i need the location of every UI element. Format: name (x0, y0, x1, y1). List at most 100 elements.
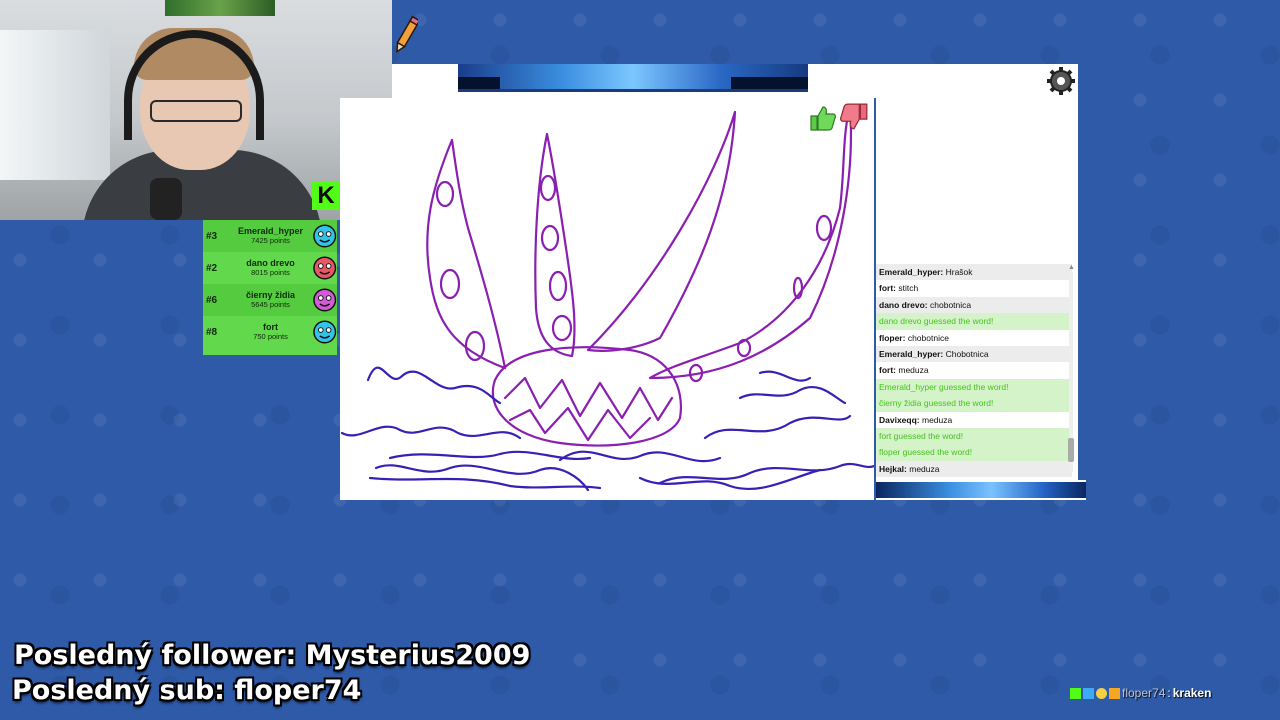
kraken-head (491, 346, 682, 447)
sucker-6 (548, 270, 568, 302)
game-header (392, 64, 1078, 98)
sucker-4 (539, 174, 557, 202)
chat-user: fort: (879, 283, 896, 294)
player-avatar-icon (312, 224, 336, 248)
chat-message: fort: stitch (876, 280, 1072, 296)
webcam-window (0, 30, 110, 180)
chat-scrollbar[interactable]: ▲ (1067, 264, 1075, 478)
scroll-thumb[interactable] (1068, 438, 1074, 462)
drawing-canvas[interactable] (340, 98, 874, 500)
stream-chat-message: floper74 : kraken (1070, 686, 1211, 700)
player-points: 750 points (253, 332, 288, 341)
webcam-feed: K 16 (0, 0, 392, 220)
player-name: dano drevo (246, 258, 295, 268)
player-rank: #3 (206, 230, 218, 242)
webcam-poster (165, 0, 275, 16)
kick-badge-icon (1070, 687, 1081, 699)
thumbs-down-icon[interactable] (840, 102, 870, 132)
chat-message: Emerald_hyper: Hrašok (876, 264, 1072, 281)
wave-5 (368, 476, 602, 490)
chat-user: floper: (879, 332, 906, 343)
microphone (150, 178, 182, 220)
player-info: fort 750 points (229, 322, 311, 342)
wave-2 (340, 425, 522, 440)
wave-8 (738, 386, 847, 405)
player-points: 5645 points (251, 300, 290, 309)
chat-text: meduza (919, 414, 953, 425)
chat-guess-message: Emerald_hyper guessed the word! (876, 378, 1072, 396)
thumbs-up-icon[interactable] (808, 104, 836, 132)
player-name: fort (263, 322, 279, 332)
last-sub-text: Posledný sub: floper74 (12, 675, 362, 706)
player-row[interactable]: #8 fort 750 points (203, 316, 337, 348)
kick-logo-icon: K (312, 181, 340, 210)
chat-text: dano drevo guessed the word! (879, 316, 994, 327)
chat-guess-message: dano drevo guessed the word! (876, 313, 1072, 330)
chat-text: floper guessed the word! (879, 447, 973, 458)
wave-4 (388, 450, 592, 460)
player-rank: #2 (206, 262, 218, 274)
player-row[interactable]: #2 dano drevo 8015 points (203, 252, 337, 284)
chat-message: fort: meduza (876, 362, 1072, 378)
sucker-10 (736, 338, 752, 358)
player-name: čierny židia (246, 290, 296, 300)
chat-text: Chobotnica (943, 348, 989, 359)
player-name: Emerald_hyper (238, 226, 304, 236)
chat-guess-message: fort guessed the word! (876, 427, 1072, 445)
stream-chat-separator: : (1167, 686, 1171, 700)
player-row[interactable]: #3 Emerald_hyper 7425 points (203, 220, 337, 252)
chat-text: fort guessed the word! (879, 430, 964, 441)
chat-text: chobotnice (905, 332, 949, 343)
stream-chat-text: kraken (1172, 686, 1212, 700)
sucker-5 (540, 224, 560, 252)
player-avatar-icon (312, 320, 336, 344)
player-avatar-icon (312, 288, 336, 312)
chat-text: čierny židia guessed the word! (879, 398, 994, 409)
chat-text: chobotnica (927, 299, 972, 310)
chat-text: meduza (906, 463, 940, 474)
chat-guess-message: floper guessed the word! (876, 444, 1072, 461)
chat-text: stitch (896, 283, 919, 294)
wave-7 (658, 462, 874, 485)
sucker-1 (435, 180, 455, 208)
sub-badge-icon (1083, 687, 1094, 699)
player-row[interactable]: #6 čierny židia 5645 points (203, 284, 337, 316)
chat-text: meduza (896, 365, 929, 376)
gear-icon[interactable] (1046, 66, 1076, 96)
chat-message: floper: chobotnice (876, 330, 1072, 346)
player-points: 8015 points (251, 268, 290, 277)
chat-user: Emerald_hyper: (879, 348, 944, 359)
wave-10 (758, 370, 812, 382)
chat-user: Davixeqq: (879, 414, 920, 425)
chat-message: Emerald_hyper: Chobotnica (876, 345, 1072, 363)
chat-message: Davixeqq: meduza (876, 412, 1072, 428)
tentacle-1 (426, 138, 507, 370)
sucker-3 (464, 330, 486, 362)
player-info: čierny židia 5645 points (229, 290, 311, 310)
chat-user: Hejkal: (879, 463, 907, 474)
drawing (340, 104, 874, 492)
player-info: dano drevo 8015 points (229, 258, 311, 278)
head-zigzag (503, 376, 674, 422)
chat-panel: Emerald_hyper: Hrašok fort: stitch dano dr… (876, 98, 1078, 482)
tentacle-4 (648, 104, 853, 380)
last-follower-text: Posledný follower: Mysterius2009 (14, 640, 531, 671)
sucker-7 (551, 314, 573, 342)
chat-message: Hejkal: meduza (876, 460, 1072, 478)
chat-user: fort: (879, 365, 896, 376)
banner-silhouette (458, 77, 808, 89)
player-rank: #8 (206, 326, 218, 338)
scroll-up-icon[interactable]: ▲ (1068, 264, 1075, 271)
sucker-8 (815, 214, 833, 242)
star-badge-icon (1096, 687, 1107, 699)
chat-input-banner[interactable] (876, 480, 1086, 500)
player-list: #3 Emerald_hyper 7425 points #2 dano drevo 80… (203, 220, 337, 355)
chat-text: Emerald_hyper guessed the word! (879, 381, 1009, 392)
chat-messages: Emerald_hyper: Hrašok fort: stitch dano dr… (876, 264, 1072, 478)
pencil-icon (396, 15, 418, 54)
chat-guess-message: čierny židia guessed the word! (876, 395, 1072, 412)
crown-badge-icon (1109, 687, 1120, 699)
chat-user: dano drevo: (879, 299, 928, 310)
player-rank: #6 (206, 294, 218, 306)
player-info: Emerald_hyper 7425 points (229, 226, 311, 246)
